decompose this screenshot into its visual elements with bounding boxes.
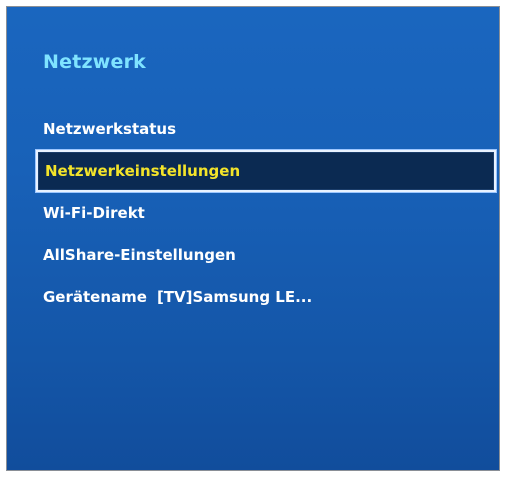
menu-item-device-name[interactable]: Gerätename [TV]Samsung LE... (37, 276, 493, 318)
menu-item-wifi-direct[interactable]: Wi-Fi-Direkt (37, 192, 493, 234)
network-menu: Netzwerkstatus Netzwerkeinstellungen Wi-… (36, 108, 496, 318)
menu-item-network-status[interactable]: Netzwerkstatus (37, 108, 493, 150)
network-menu-panel: Netzwerk Netzwerkstatus Netzwerkeinstell… (6, 6, 500, 471)
panel-title: Netzwerk (43, 51, 146, 73)
menu-item-network-settings[interactable]: Netzwerkeinstellungen (36, 150, 496, 192)
device-name-label: Gerätename (43, 288, 147, 306)
device-name-value: [TV]Samsung LE... (156, 288, 313, 306)
menu-item-allshare-settings[interactable]: AllShare-Einstellungen (37, 234, 493, 276)
